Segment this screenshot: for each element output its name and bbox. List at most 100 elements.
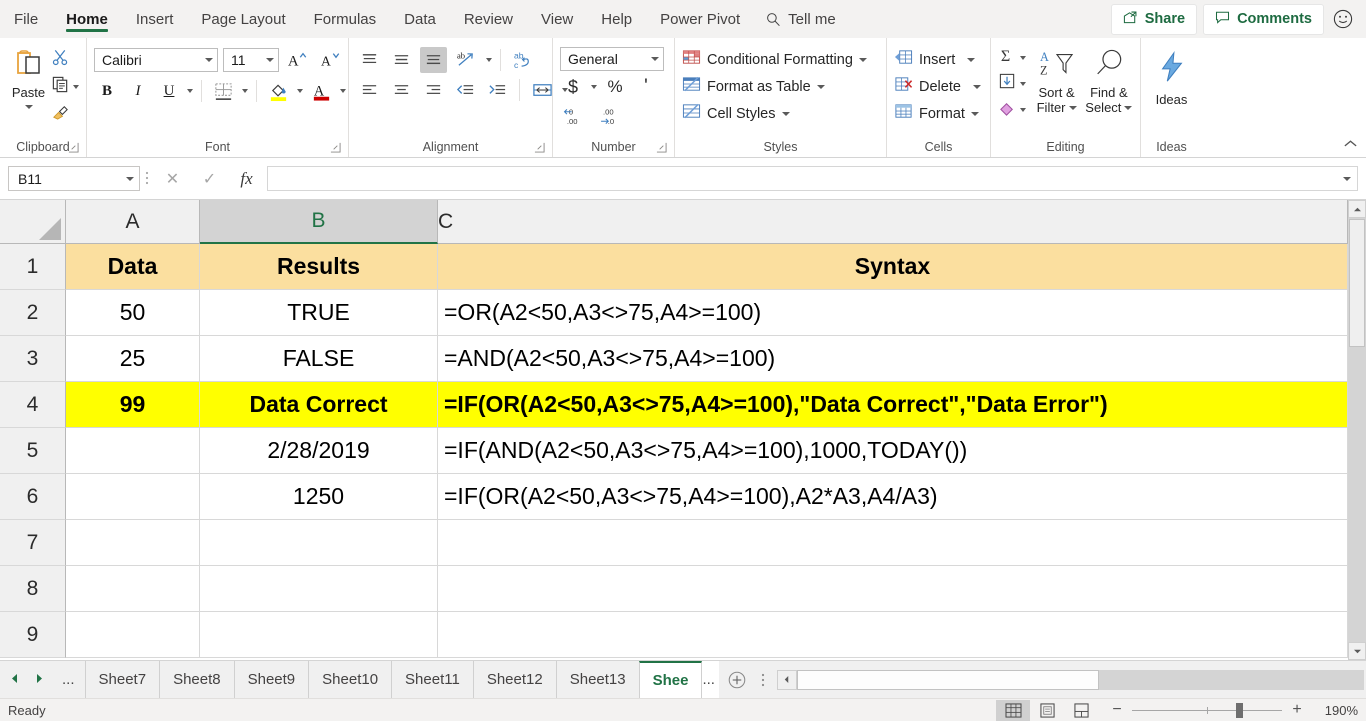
align-center-button[interactable]	[388, 77, 415, 103]
format-painter-button[interactable]	[51, 101, 79, 126]
format-as-table-button[interactable]: Format as Table	[682, 75, 825, 98]
decrease-font-size-button[interactable]: A	[317, 47, 345, 73]
sheet-tab-active[interactable]: Shee	[638, 661, 703, 698]
dialog-launcher-icon[interactable]	[534, 142, 546, 154]
comma-format-button[interactable]: '	[633, 74, 659, 100]
row-header[interactable]: 6	[0, 474, 66, 520]
confirm-entry-button[interactable]: ✓	[191, 166, 228, 192]
currency-format-button[interactable]: $	[560, 74, 586, 100]
sheet-tab-sheet12[interactable]: Sheet12	[472, 661, 556, 698]
font-name-combobox[interactable]: Calibri	[94, 48, 218, 72]
ribbon-tab-formulas[interactable]: Formulas	[300, 0, 391, 38]
share-button[interactable]: Share	[1110, 3, 1198, 35]
chevron-down-icon[interactable]	[73, 84, 79, 89]
ribbon-tab-view[interactable]: View	[527, 0, 587, 38]
formula-input[interactable]	[267, 166, 1336, 191]
cell-b7[interactable]	[200, 520, 438, 566]
cell-b3[interactable]: FALSE	[200, 336, 438, 382]
row-header[interactable]: 1	[0, 244, 66, 290]
page-layout-view-button[interactable]	[1030, 700, 1064, 721]
font-color-button[interactable]: A	[308, 78, 335, 104]
sheet-tab-sheet11[interactable]: Sheet11	[391, 661, 473, 698]
italic-button[interactable]: I	[125, 78, 151, 104]
tell-me-box[interactable]: Tell me	[754, 0, 848, 38]
cell-c6[interactable]: =IF(OR(A2<50,A3<>75,A4>=100),A2*A3,A4/A3…	[438, 474, 1348, 520]
zoom-level-label[interactable]: 190%	[1312, 703, 1358, 718]
insert-function-button[interactable]: fx	[228, 166, 265, 192]
next-sheet-icon[interactable]	[34, 673, 44, 687]
cell-styles-button[interactable]: Cell Styles	[682, 102, 790, 125]
conditional-formatting-button[interactable]: Conditional Formatting	[682, 48, 867, 71]
ribbon-tab-help[interactable]: Help	[587, 0, 646, 38]
cell-b8[interactable]	[200, 566, 438, 612]
chevron-down-icon[interactable]	[591, 85, 597, 89]
chevron-down-icon[interactable]	[24, 105, 33, 109]
align-right-button[interactable]	[420, 77, 447, 103]
cut-button[interactable]	[51, 47, 79, 72]
cell-b2[interactable]: TRUE	[200, 290, 438, 336]
sort-and-filter-button[interactable]: AZ Sort & Filter	[1032, 45, 1080, 115]
align-top-button[interactable]	[356, 47, 383, 73]
cell-c7[interactable]	[438, 520, 1348, 566]
delete-cells-button[interactable]: Delete	[894, 75, 981, 98]
ribbon-tab-data[interactable]: Data	[390, 0, 450, 38]
row-header[interactable]: 4	[0, 382, 66, 428]
row-header[interactable]: 7	[0, 520, 66, 566]
sheet-overflow-indicator[interactable]: ...	[58, 671, 79, 688]
decrease-decimal-button[interactable]: .00.0	[597, 103, 629, 129]
align-bottom-button[interactable]	[420, 47, 447, 73]
number-format-combobox[interactable]: General	[560, 47, 664, 71]
ribbon-tab-file[interactable]: File	[0, 0, 52, 38]
add-sheet-button[interactable]	[719, 661, 755, 698]
cell-a4[interactable]: 99	[66, 382, 200, 428]
chevron-down-icon[interactable]	[340, 89, 346, 93]
format-cells-button[interactable]: Format	[894, 102, 979, 125]
comments-button[interactable]: Comments	[1203, 3, 1324, 35]
horizontal-scrollbar[interactable]	[776, 669, 1364, 690]
dialog-launcher-icon[interactable]	[656, 142, 668, 154]
collapse-ribbon-button[interactable]	[1343, 138, 1358, 153]
ribbon-tab-review[interactable]: Review	[450, 0, 527, 38]
zoom-slider-thumb[interactable]	[1236, 702, 1243, 718]
bold-button[interactable]: B	[94, 78, 120, 104]
row-header[interactable]: 9	[0, 612, 66, 658]
sheet-tab-sheet9[interactable]: Sheet9	[233, 661, 309, 698]
cell-a7[interactable]	[66, 520, 200, 566]
sheet-tab-sheet13[interactable]: Sheet13	[555, 661, 639, 698]
insert-cells-button[interactable]: Insert	[894, 48, 976, 71]
ribbon-tab-home[interactable]: Home	[52, 0, 122, 38]
row-header[interactable]: 5	[0, 428, 66, 474]
cell-c5[interactable]: =IF(AND(A2<50,A3<>75,A4>=100),1000,TODAY…	[438, 428, 1348, 474]
cell-a3[interactable]: 25	[66, 336, 200, 382]
ribbon-tab-power-pivot[interactable]: Power Pivot	[646, 0, 754, 38]
row-header[interactable]: 3	[0, 336, 66, 382]
copy-button[interactable]	[51, 74, 79, 99]
sheet-tab-sheet8[interactable]: Sheet8	[159, 661, 234, 698]
row-header[interactable]: 8	[0, 566, 66, 612]
cell-b5[interactable]: 2/28/2019	[200, 428, 438, 474]
zoom-in-button[interactable]: +	[1290, 701, 1304, 719]
column-header-b[interactable]: B	[200, 200, 438, 244]
decrease-indent-button[interactable]	[452, 77, 479, 103]
cell-a2[interactable]: 50	[66, 290, 200, 336]
paste-button[interactable]: Paste	[6, 45, 51, 109]
cell-b9[interactable]	[200, 612, 438, 658]
cell-a1[interactable]: Data	[66, 244, 200, 290]
increase-decimal-button[interactable]: 0.00	[560, 103, 592, 129]
wrap-text-button[interactable]: ab c	[509, 47, 538, 73]
horizontal-scrollbar-thumb[interactable]	[796, 669, 1099, 690]
zoom-slider[interactable]	[1132, 702, 1282, 718]
borders-button[interactable]	[210, 78, 237, 104]
cell-c3[interactable]: =AND(A2<50,A3<>75,A4>=100)	[438, 336, 1348, 382]
chevron-down-icon[interactable]	[297, 89, 303, 93]
ribbon-tab-insert[interactable]: Insert	[122, 0, 188, 38]
page-break-preview-button[interactable]	[1064, 700, 1098, 721]
name-box[interactable]: B11	[8, 166, 140, 191]
cell-c1[interactable]: Syntax	[438, 244, 1348, 290]
column-header-a[interactable]: A	[66, 200, 200, 244]
align-middle-button[interactable]	[388, 47, 415, 73]
feedback-smiley-icon[interactable]	[1330, 6, 1356, 32]
sheet-tab-options-icon[interactable]	[755, 661, 771, 698]
cell-b6[interactable]: 1250	[200, 474, 438, 520]
zoom-out-button[interactable]: −	[1110, 701, 1124, 719]
